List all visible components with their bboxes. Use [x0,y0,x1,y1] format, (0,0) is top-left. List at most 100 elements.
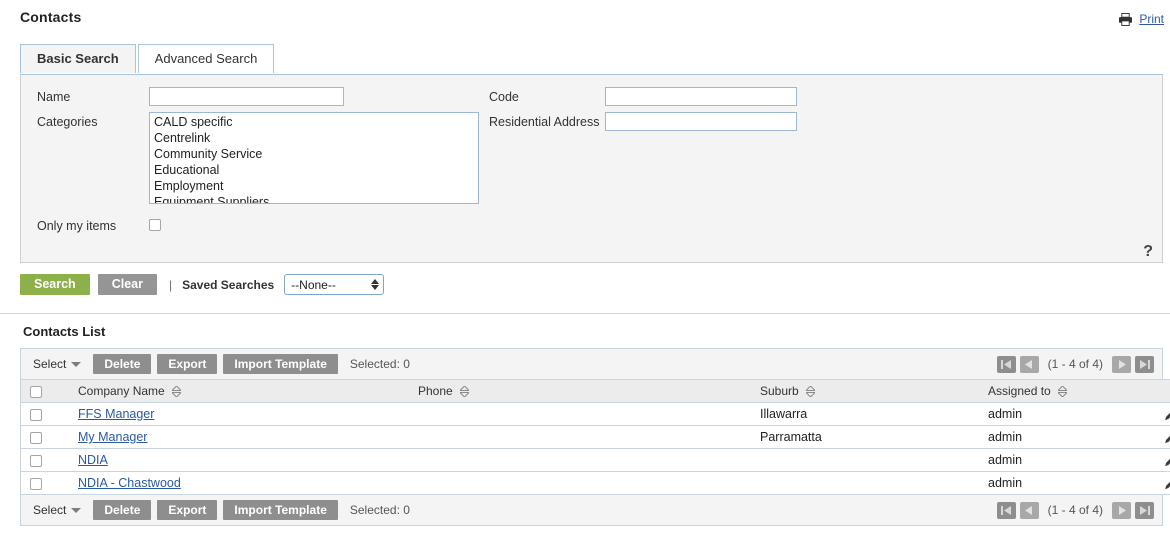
last-page-icon[interactable] [1135,501,1154,519]
help-icon[interactable]: ? [1143,244,1153,260]
cell-assigned-to: admin [980,471,1148,495]
print-link[interactable]: Print [1139,12,1164,26]
clear-button[interactable]: Clear [97,274,157,295]
previous-page-icon[interactable] [1019,501,1039,519]
table-row[interactable]: FFS Manager Illawarra admin [21,402,1170,426]
cell-suburb: Illawarra [752,402,980,426]
column-header-suburb[interactable]: Suburb [752,379,980,403]
row-select-cell [21,425,70,449]
cell-phone [410,425,752,449]
previous-page-icon[interactable] [1019,355,1039,373]
list-toolbar-bottom: Select Delete Export Import Template Sel… [21,495,1162,525]
sort-icon[interactable] [171,385,181,397]
select-dropdown-bottom[interactable]: Select [33,503,82,517]
edit-pencil-icon[interactable] [1156,454,1170,467]
column-header-assigned-to[interactable]: Assigned to [980,379,1148,403]
sort-icon[interactable] [459,385,469,397]
cell-edit [1148,448,1170,472]
delete-button-top[interactable]: Delete [93,354,152,374]
row-select-cell [21,448,70,472]
edit-pencil-icon[interactable] [1156,408,1170,421]
action-divider: | [168,277,173,292]
row-select-cell [21,471,70,495]
code-input[interactable] [605,87,797,106]
residential-address-input[interactable] [605,112,797,131]
select-dropdown-top[interactable]: Select [33,357,82,371]
basic-search-panel: Name Categories CALD specific Centrelink… [20,74,1163,263]
table-header-row: Company Name Phone Suburb Assigned to [21,379,1170,403]
tab-advanced-search[interactable]: Advanced Search [137,44,275,73]
list-toolbar-top: Select Delete Export Import Template Sel… [21,349,1162,379]
chevron-updown-icon [371,279,380,290]
company-name-link[interactable]: NDIA - Chastwood [78,476,181,490]
name-input[interactable] [149,87,344,106]
selected-count-bottom: Selected: 0 [349,503,410,517]
category-option[interactable]: Centrelink [150,130,478,146]
page-title: Contacts [20,9,82,25]
categories-listbox[interactable]: CALD specific Centrelink Community Servi… [149,112,479,204]
row-checkbox[interactable] [30,454,42,467]
table-row[interactable]: My Manager Parramatta admin [21,425,1170,449]
cell-phone [410,402,752,426]
column-header-company-name[interactable]: Company Name [70,379,410,403]
first-page-icon[interactable] [996,355,1016,373]
next-page-icon[interactable] [1112,501,1131,519]
next-page-icon[interactable] [1112,355,1131,373]
company-name-link[interactable]: NDIA [78,453,108,467]
category-option[interactable]: Employment [150,178,478,194]
cell-suburb: Parramatta [752,425,980,449]
export-button-top[interactable]: Export [157,354,218,374]
category-option[interactable]: CALD specific [150,114,478,130]
search-actions: Search Clear | Saved Searches --None-- [20,274,385,295]
first-page-icon[interactable] [996,501,1016,519]
category-option[interactable]: Community Service [150,146,478,162]
category-option[interactable]: Equipment Suppliers [150,194,478,203]
pagination-range-top: (1 - 4 of 4) [1047,357,1103,371]
select-dropdown-label: Select [33,357,67,371]
section-divider [0,313,1170,314]
chevron-down-icon [71,361,82,367]
search-button[interactable]: Search [20,274,90,295]
column-label: Phone [418,384,453,398]
row-checkbox[interactable] [30,408,42,421]
printer-icon [1118,12,1133,26]
sort-icon[interactable] [1057,385,1067,397]
contacts-list: Select Delete Export Import Template Sel… [20,348,1170,526]
column-header-edit [1148,379,1170,403]
contacts-page: Contacts Print Basic Search Advanced Sea… [0,0,1170,535]
import-template-button-top[interactable]: Import Template [223,354,338,374]
edit-pencil-icon[interactable] [1156,477,1170,490]
edit-pencil-icon[interactable] [1156,431,1170,444]
import-template-button-bottom[interactable]: Import Template [223,500,338,520]
table-row[interactable]: NDIA - Chastwood admin [21,471,1170,495]
residential-address-label: Residential Address [489,115,600,129]
company-name-link[interactable]: My Manager [78,430,147,444]
row-select-cell [21,402,70,426]
pagination-range-bottom: (1 - 4 of 4) [1047,503,1103,517]
row-checkbox[interactable] [30,477,42,490]
saved-searches-select[interactable]: --None-- [284,274,385,295]
column-header-phone[interactable]: Phone [410,379,752,403]
export-button-bottom[interactable]: Export [157,500,218,520]
column-label: Company Name [78,384,165,398]
row-checkbox[interactable] [30,431,42,444]
search-tabs: Basic Search Advanced Search [20,44,275,73]
cell-assigned-to: admin [980,425,1148,449]
delete-button-bottom[interactable]: Delete [93,500,152,520]
print-action[interactable]: Print [1118,12,1164,26]
contacts-table: Company Name Phone Suburb Assigned to FF… [21,379,1170,495]
cell-phone [410,448,752,472]
cell-company-name: NDIA - Chastwood [70,471,410,495]
cell-suburb [752,448,980,472]
category-option[interactable]: Educational [150,162,478,178]
only-my-items-checkbox[interactable] [149,219,161,231]
company-name-link[interactable]: FFS Manager [78,407,154,421]
column-label: Assigned to [988,384,1051,398]
tab-basic-search[interactable]: Basic Search [20,44,136,73]
sort-icon[interactable] [805,385,815,397]
cell-edit [1148,425,1170,449]
select-all-header [21,379,70,403]
table-row[interactable]: NDIA admin [21,448,1170,472]
select-all-checkbox[interactable] [30,385,42,398]
last-page-icon[interactable] [1135,355,1154,373]
